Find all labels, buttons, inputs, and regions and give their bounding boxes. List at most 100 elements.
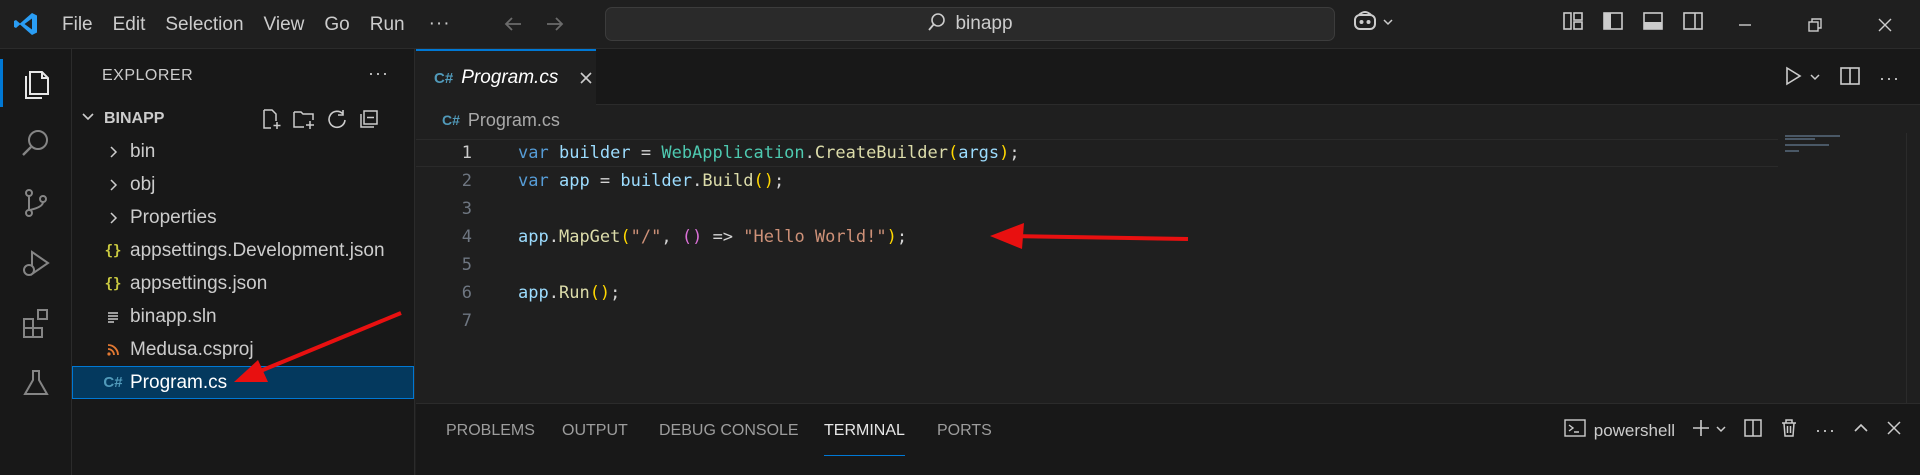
trash-icon[interactable] [1779,418,1799,443]
menu-edit[interactable]: Edit [103,0,156,49]
copilot-button[interactable] [1352,9,1394,38]
project-name: BINAPP [104,110,165,127]
tree-item-label: appsettings.Development.json [130,239,385,261]
file-appsettings-development[interactable]: {} appsettings.Development.json [72,234,414,267]
line-number: 1 [461,143,472,163]
back-arrow-icon[interactable] [499,10,527,38]
more-actions-icon[interactable]: ··· [1879,68,1900,89]
run-debug-icon[interactable] [0,233,72,293]
folder-bin[interactable]: bin [72,135,414,168]
breadcrumb-file: Program.cs [467,109,560,130]
minimize-button[interactable] [1710,0,1780,49]
toggle-primary-sidebar-icon[interactable] [1602,10,1624,37]
refresh-icon[interactable] [326,108,348,135]
menu-selection[interactable]: Selection [155,0,253,49]
bottom-panel: PROBLEMS OUTPUT DEBUG CONSOLE TERMINAL P… [416,403,1920,475]
menu-view[interactable]: View [254,0,315,49]
code-line: 5 [416,251,1776,279]
chevron-down-icon [1382,15,1394,33]
new-folder-icon[interactable] [292,108,316,135]
more-actions-icon[interactable]: ··· [1815,420,1836,441]
explorer-icon[interactable] [0,53,72,113]
activity-bar [0,49,72,475]
code-line: 2 var app = builder.Build(); [416,167,1776,195]
collapse-all-icon[interactable] [358,108,380,135]
editor-scrollbar[interactable] [1906,133,1920,403]
search-icon [927,12,947,37]
line-number: 2 [461,171,472,191]
breadcrumb[interactable]: C# Program.cs [442,108,560,132]
minimap[interactable] [1785,134,1845,154]
restore-button[interactable] [1780,0,1850,49]
menu-go[interactable]: Go [314,0,359,49]
search-text: binapp [955,13,1013,34]
add-terminal-icon[interactable] [1691,418,1711,443]
code-line: 6 app.Run(); [416,279,1776,307]
tree-item-label: Medusa.csproj [130,338,254,360]
json-icon: {} [104,242,122,259]
rss-icon [102,343,124,357]
code-text: var builder = WebApplication.CreateBuild… [518,143,1020,163]
explorer-title: EXPLORER [102,67,194,84]
chevron-right-icon [102,211,124,225]
line-number: 4 [461,227,472,247]
tab-program-cs[interactable]: C# Program.cs [416,49,596,105]
file-program-cs[interactable]: C# Program.cs [72,366,414,399]
run-icon[interactable] [1783,65,1803,92]
extensions-icon[interactable] [0,293,72,353]
menu-file[interactable]: File [52,0,103,49]
code-text: var app = builder.Build(); [518,171,785,191]
code-text: app.Run(); [518,283,621,303]
close-icon[interactable] [1886,420,1902,441]
customize-layout-icon[interactable] [1562,10,1584,37]
split-terminal-icon[interactable] [1743,418,1763,443]
lines-icon [102,310,124,324]
menu-more-button[interactable]: ··· [415,13,465,35]
tree-item-label: Properties [130,206,217,228]
testing-flask-icon[interactable] [0,353,72,413]
search-view-icon[interactable] [0,113,72,173]
line-number: 3 [461,199,472,219]
toggle-panel-icon[interactable] [1642,10,1664,37]
code-editor[interactable]: 1 var builder = WebApplication.CreateBui… [416,133,1920,403]
title-bar: File Edit Selection View Go Run ··· bina… [0,0,1920,49]
shell-selector[interactable]: powershell [1594,421,1675,441]
tab-output[interactable]: OUTPUT [562,422,628,456]
menu-run[interactable]: Run [360,0,415,49]
tab-terminal[interactable]: TERMINAL [824,422,905,456]
line-number: 6 [461,283,472,303]
folder-properties[interactable]: Properties [72,201,414,234]
chevron-down-icon[interactable] [1715,422,1727,440]
copilot-icon [1352,9,1378,38]
line-number: 7 [461,311,472,331]
file-binapp-sln[interactable]: binapp.sln [72,300,414,333]
csharp-icon: C# [434,69,454,87]
chevron-down-icon[interactable] [1809,70,1821,88]
close-window-button[interactable] [1850,0,1920,49]
new-file-icon[interactable] [260,108,282,135]
explorer-more-button[interactable]: ··· [368,63,389,84]
tab-debug-console[interactable]: DEBUG CONSOLE [659,422,799,456]
chevron-up-icon[interactable] [1852,419,1870,442]
tab-ports[interactable]: PORTS [937,422,992,456]
tree-item-label: Program.cs [130,371,228,393]
chevron-right-icon [102,178,124,192]
terminal-icon [1564,418,1586,443]
split-editor-icon[interactable] [1839,65,1861,92]
command-center-search[interactable]: binapp [605,7,1335,41]
toggle-secondary-sidebar-icon[interactable] [1682,10,1704,37]
folder-obj[interactable]: obj [72,168,414,201]
file-appsettings[interactable]: {} appsettings.json [72,267,414,300]
json-icon: {} [104,275,122,292]
tree-item-label: binapp.sln [130,305,217,327]
vscode-logo-icon [0,0,52,49]
forward-arrow-icon[interactable] [541,10,569,38]
source-control-icon[interactable] [0,173,72,233]
tab-label: Program.cs [461,67,559,88]
project-folder-header[interactable]: BINAPP [72,104,415,134]
file-medusa-csproj[interactable]: Medusa.csproj [72,333,414,366]
code-line: 7 [416,307,1776,335]
code-text: app.MapGet("/", () => "Hello World!"); [518,227,908,247]
close-icon[interactable] [576,68,596,88]
tab-problems[interactable]: PROBLEMS [446,422,535,456]
